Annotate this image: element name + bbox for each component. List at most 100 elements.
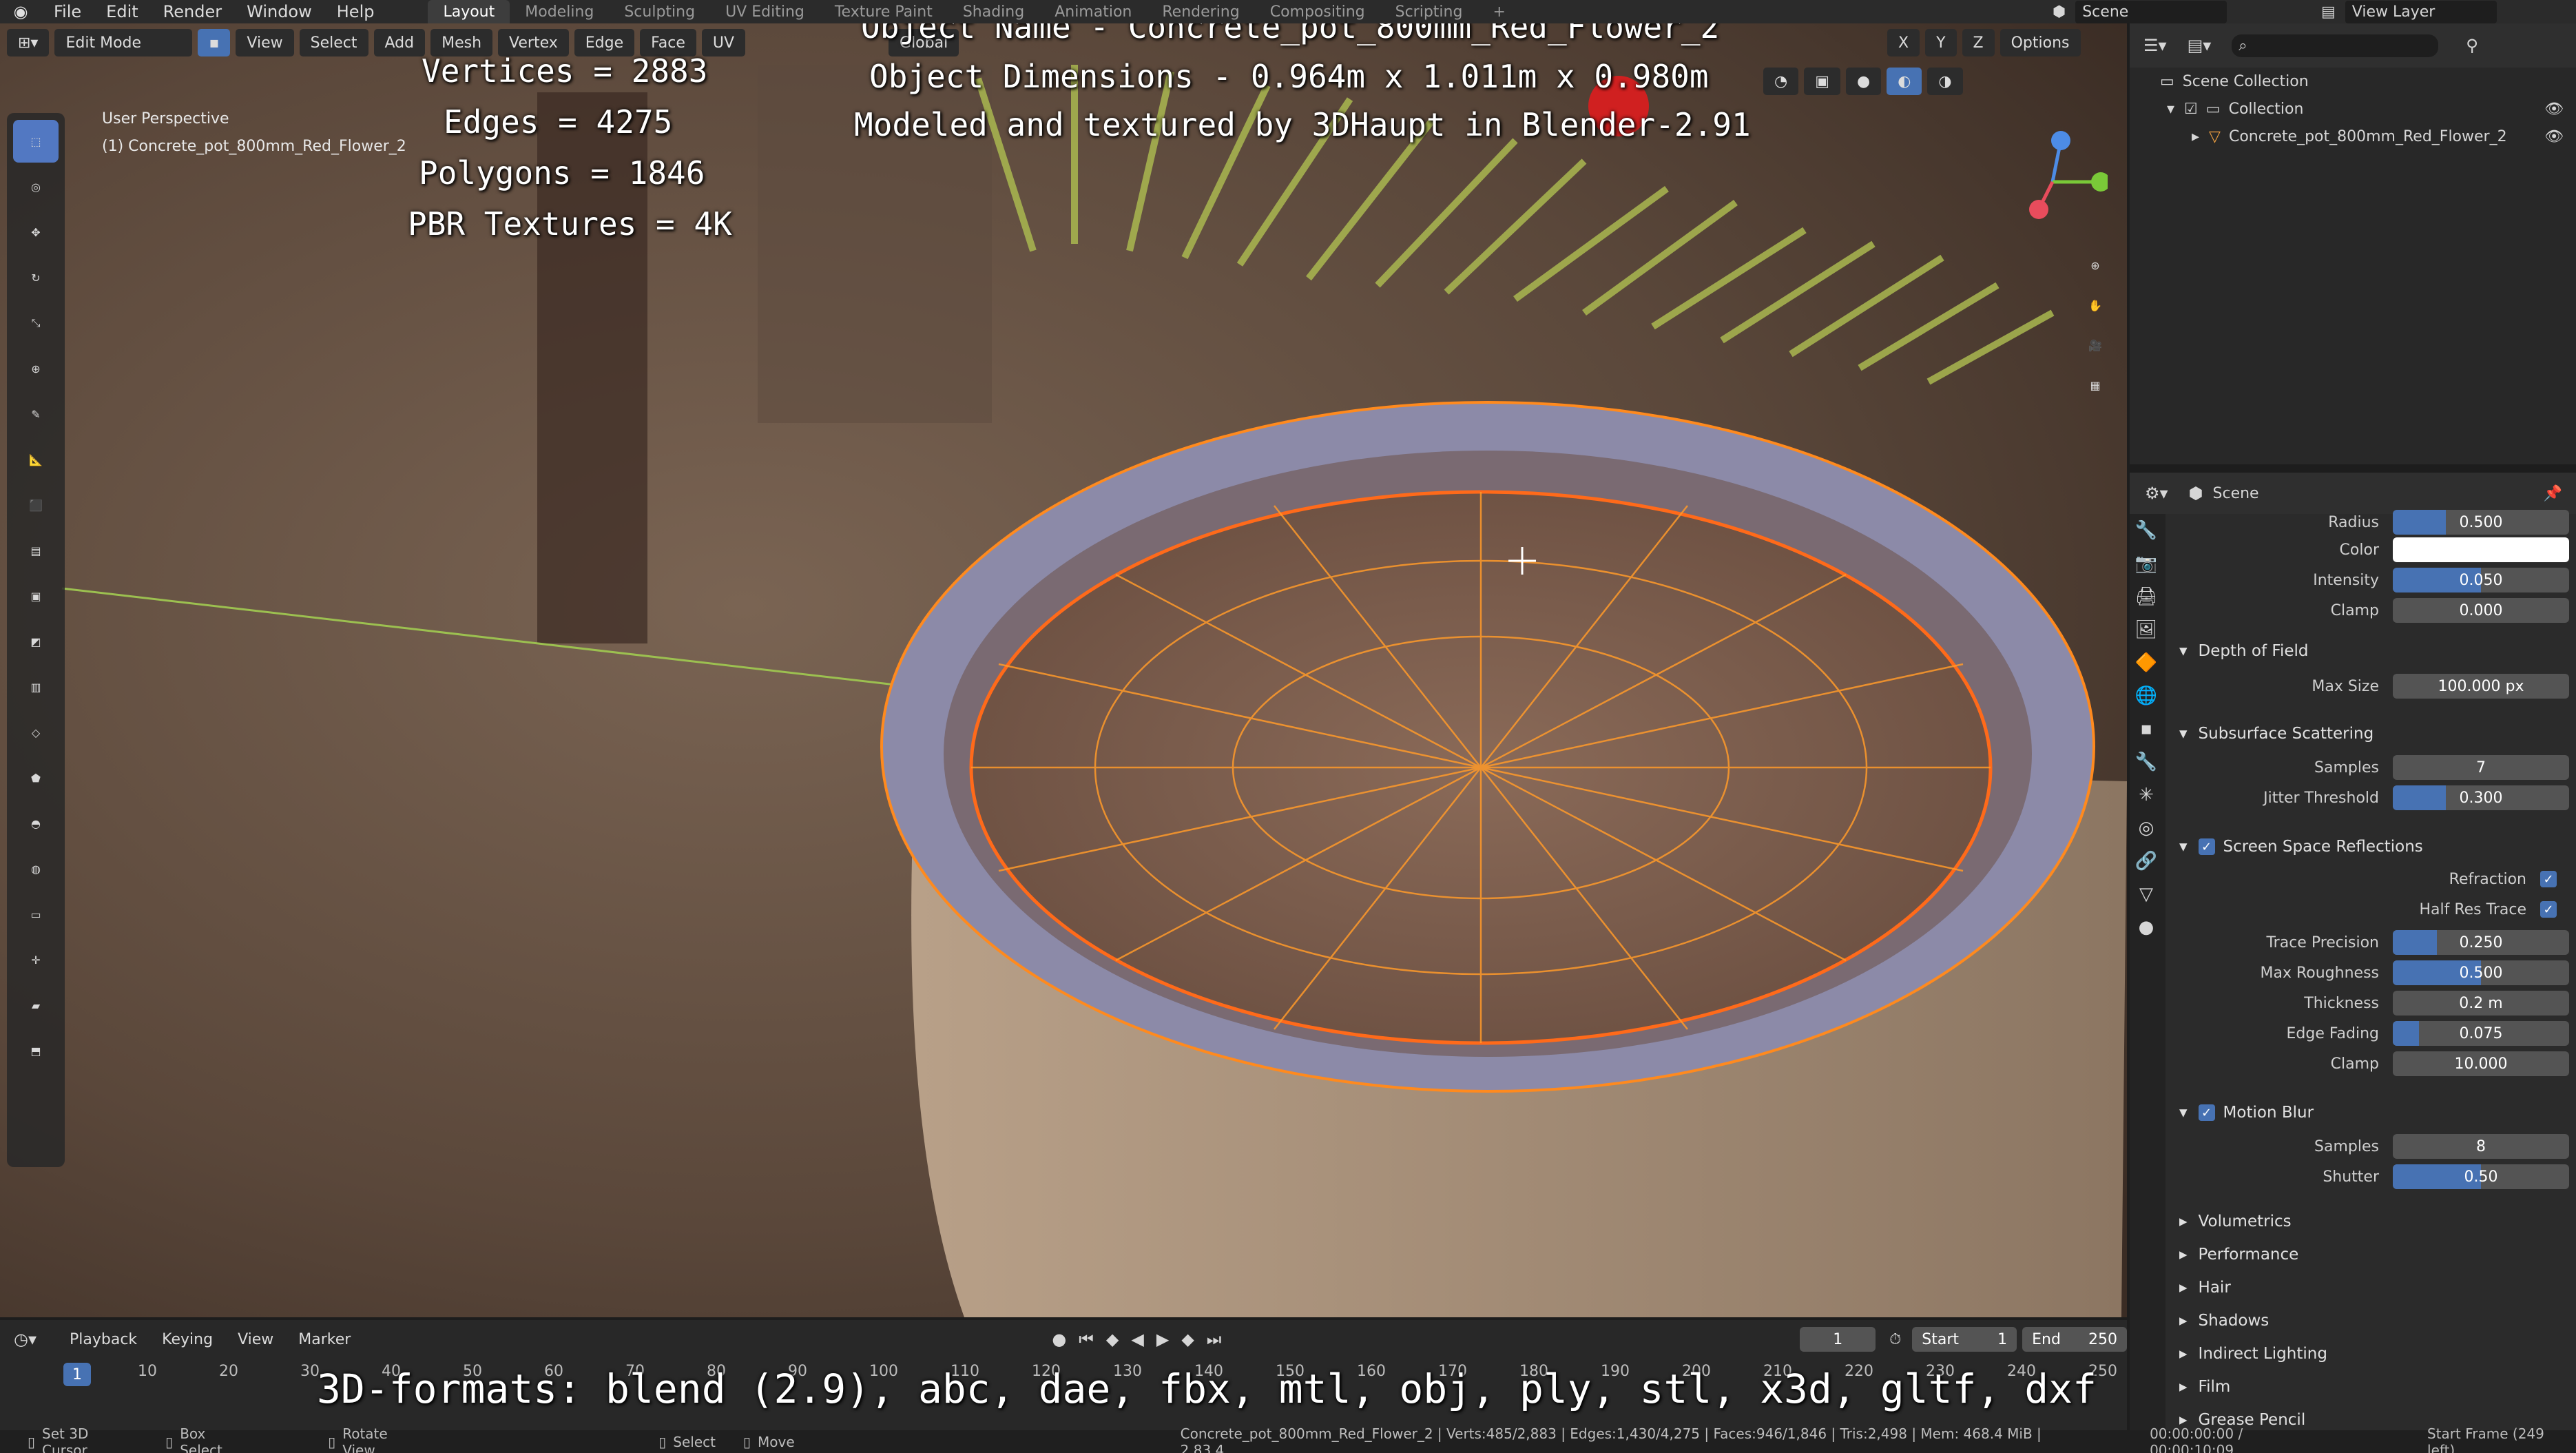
refraction-checkbox[interactable]: ✓ — [2540, 871, 2557, 887]
scale-tool-icon[interactable]: ⤡ — [13, 302, 59, 344]
particles-tab-icon[interactable]: ✳ — [2130, 779, 2163, 812]
expand-arrow-icon[interactable]: ▸ — [2192, 128, 2199, 145]
record-icon[interactable]: ● — [1052, 1330, 1066, 1349]
annotate-tool-icon[interactable]: ✎ — [13, 393, 59, 435]
edge-fading-field[interactable]: 0.075 — [2393, 1021, 2569, 1046]
play-icon[interactable]: ▶ — [1156, 1330, 1169, 1349]
shading-solid-icon[interactable]: ● — [1846, 68, 1882, 95]
menu-render[interactable]: Render — [151, 0, 234, 23]
clamp-field[interactable]: 0.000 — [2393, 598, 2569, 623]
blender-logo-icon[interactable]: ◉ — [0, 0, 41, 23]
jump-start-icon[interactable]: ⏮ — [1079, 1330, 1094, 1349]
extrude-tool-icon[interactable]: ▤ — [13, 529, 59, 572]
scene-icon[interactable]: ⬢ — [2053, 3, 2066, 21]
expand-arrow-icon[interactable]: ▾ — [2167, 101, 2174, 118]
tab-modeling[interactable]: Modeling — [510, 0, 609, 23]
panel-indirect-lighting[interactable]: ▸ Indirect Lighting — [2165, 1338, 2576, 1370]
shrink-fatten-tool-icon[interactable]: ✛ — [13, 938, 59, 981]
color-swatch[interactable] — [2393, 537, 2569, 562]
scene-selector[interactable]: Scene — [2075, 0, 2227, 23]
panel-film[interactable]: ▸ Film — [2165, 1371, 2576, 1403]
pan-hand-icon[interactable]: ✋ — [2077, 287, 2114, 324]
prev-key-icon[interactable]: ◆ — [1106, 1330, 1119, 1349]
mb-samples-field[interactable]: 8 — [2393, 1134, 2569, 1159]
menu-window[interactable]: Window — [234, 0, 324, 23]
tab-uv-editing[interactable]: UV Editing — [710, 0, 820, 23]
next-key-icon[interactable]: ◆ — [1181, 1330, 1194, 1349]
material-tab-icon[interactable]: ● — [2130, 911, 2163, 944]
cursor-tool-icon[interactable]: ◎ — [13, 165, 59, 208]
bevel-tool-icon[interactable]: ◩ — [13, 620, 59, 663]
add-menu[interactable]: Add — [373, 29, 426, 56]
output-tab-icon[interactable]: 🖨 — [2130, 580, 2163, 613]
select-menu[interactable]: Select — [299, 29, 368, 56]
view-layer-selector[interactable]: View Layer — [2345, 0, 2497, 23]
outliner-object[interactable]: ▸ ▽ Concrete_pot_800mm_Red_Flower_2 👁 — [2130, 123, 2576, 150]
visibility-eye-icon[interactable]: 👁 — [2544, 128, 2564, 145]
render-tab-icon[interactable]: 📷 — [2130, 547, 2163, 580]
options-button[interactable]: Options — [1999, 29, 2081, 56]
display-mode-icon[interactable]: ▤▾ — [2188, 36, 2212, 55]
visibility-eye-icon[interactable]: 👁 — [2544, 101, 2564, 118]
max-roughness-field[interactable]: 0.500 — [2393, 960, 2569, 985]
world-tab-icon[interactable]: 🌐 — [2130, 679, 2163, 712]
overlays-icon[interactable]: ◔ — [1763, 68, 1799, 95]
timeline-editor-icon[interactable]: ◷▾ — [14, 1330, 37, 1349]
spin-tool-icon[interactable]: ◓ — [13, 802, 59, 845]
properties-editor-icon[interactable]: ⚙▾ — [2145, 484, 2168, 503]
jump-end-icon[interactable]: ⏭ — [1207, 1330, 1222, 1349]
select-box-tool-icon[interactable]: ⬚ — [13, 120, 59, 163]
tab-layout[interactable]: Layout — [428, 0, 510, 23]
panel-shadows[interactable]: ▸ Shadows — [2165, 1305, 2576, 1337]
shading-rendered-icon[interactable]: ◑ — [1927, 68, 1963, 95]
motion-blur-checkbox[interactable]: ✓ — [2198, 1104, 2215, 1121]
panel-screen-space-reflections[interactable]: ▾ ✓ Screen Space Reflections — [2165, 831, 2576, 863]
mirror-x-button[interactable]: X — [1887, 29, 1920, 56]
outliner-collection[interactable]: ▾ ☑ ▭ Collection 👁 — [2130, 95, 2576, 123]
modifier-tab-icon[interactable]: 🔧 — [2130, 745, 2163, 779]
current-frame-field[interactable]: 1 — [1800, 1327, 1876, 1352]
constraints-tab-icon[interactable]: 🔗 — [2130, 845, 2163, 878]
view-menu[interactable]: View — [236, 29, 294, 56]
panel-volumetrics[interactable]: ▸ Volumetrics — [2165, 1206, 2576, 1237]
panel-subsurface-scattering[interactable]: ▾ Subsurface Scattering — [2165, 718, 2576, 750]
radius-field[interactable]: 0.500 — [2393, 510, 2569, 535]
stopwatch-icon[interactable]: ⏱ — [1889, 1331, 1901, 1348]
edge-slide-tool-icon[interactable]: ▭ — [13, 893, 59, 936]
panel-depth-of-field[interactable]: ▾ Depth of Field — [2165, 635, 2576, 667]
end-frame-field[interactable]: End 250 — [2022, 1327, 2127, 1352]
mirror-z-button[interactable]: Z — [1962, 29, 1995, 56]
view-layer-tab-icon[interactable]: 🖼 — [2130, 613, 2163, 646]
outliner-search-icon[interactable]: ⌕ — [2232, 34, 2439, 57]
keying-menu[interactable]: Keying — [149, 1320, 225, 1359]
menu-file[interactable]: File — [41, 0, 94, 23]
rip-tool-icon[interactable]: ⬒ — [13, 1029, 59, 1072]
filter-icon[interactable]: ⚲ — [2466, 36, 2478, 55]
outliner-editor-icon[interactable]: ☰▾ — [2143, 36, 2167, 55]
tab-compositing[interactable]: Compositing — [1255, 0, 1380, 23]
scene-tab-icon[interactable]: 🔶 — [2130, 646, 2163, 679]
tab-shading[interactable]: Shading — [948, 0, 1039, 23]
physics-tab-icon[interactable]: ◎ — [2130, 812, 2163, 845]
editor-type-button[interactable]: ⊞▾ — [7, 29, 50, 56]
shading-material-icon[interactable]: ◐ — [1887, 68, 1922, 95]
add-workspace-button[interactable]: + — [1477, 0, 1520, 23]
trace-precision-field[interactable]: 0.250 — [2393, 930, 2569, 955]
ssr-clamp-field[interactable]: 10.000 — [2393, 1051, 2569, 1076]
ortho-grid-icon[interactable]: ▦ — [2077, 367, 2114, 404]
half-res-checkbox[interactable]: ✓ — [2540, 901, 2557, 918]
uv-menu[interactable]: UV — [701, 29, 746, 56]
max-size-field[interactable]: 100.000 px — [2393, 674, 2569, 699]
jitter-threshold-field[interactable]: 0.300 — [2393, 785, 2569, 810]
transform-tool-icon[interactable]: ⊕ — [13, 347, 59, 390]
add-cube-tool-icon[interactable]: ⬛ — [13, 484, 59, 526]
poly-build-tool-icon[interactable]: ⬟ — [13, 756, 59, 799]
start-frame-field[interactable]: Start 1 — [1912, 1327, 2017, 1352]
outliner-scene-collection[interactable]: ▭ Scene Collection — [2130, 68, 2576, 95]
tab-sculpting[interactable]: Sculpting — [609, 0, 710, 23]
tab-texture-paint[interactable]: Texture Paint — [820, 0, 948, 23]
ssr-enable-checkbox[interactable]: ✓ — [2198, 838, 2215, 855]
3d-viewport[interactable]: ⊞▾ Edit Mode ▪ View Select Add Mesh Vert… — [0, 23, 2127, 1317]
panel-motion-blur[interactable]: ▾ ✓ Motion Blur — [2165, 1097, 2576, 1129]
select-mode-vertex-button[interactable]: ▪ — [198, 29, 231, 56]
